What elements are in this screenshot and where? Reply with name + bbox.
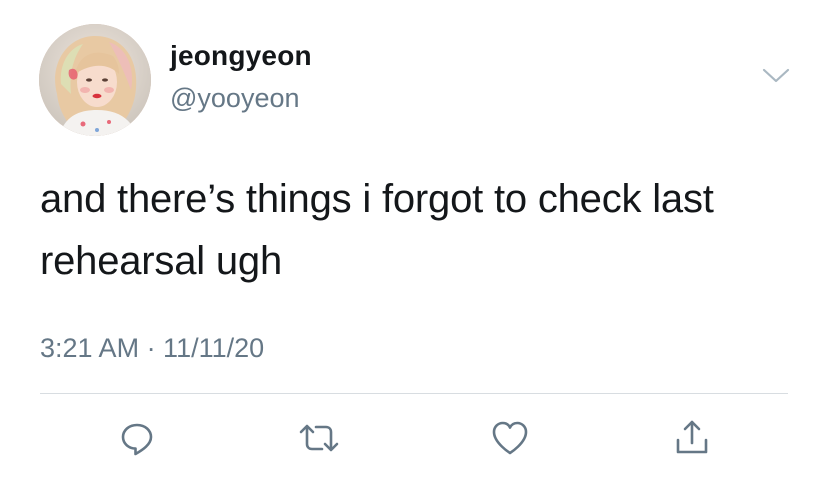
share-icon — [676, 420, 708, 454]
timestamp[interactable]: 3:21 AM · 11/11/20 — [40, 333, 264, 364]
tweet-text: and there’s things i forgot to check las… — [40, 168, 800, 292]
chevron-down-icon[interactable] — [758, 64, 794, 88]
retweet-button[interactable] — [297, 418, 341, 458]
reply-icon — [121, 423, 153, 456]
like-button[interactable] — [488, 418, 532, 458]
divider — [40, 393, 788, 394]
tweet-card: jeongyeon @yooyeon and there’s things i … — [0, 0, 828, 482]
avatar[interactable] — [39, 24, 151, 136]
tweet-text-line: and there’s things i forgot to check las… — [40, 177, 714, 221]
display-name[interactable]: jeongyeon — [170, 40, 312, 72]
tweet-text-line: rehearsal ugh — [40, 239, 283, 283]
heart-icon — [492, 421, 528, 455]
avatar-image — [39, 24, 151, 136]
share-button[interactable] — [670, 418, 714, 458]
reply-button[interactable] — [115, 418, 159, 458]
user-handle[interactable]: @yooyeon — [170, 83, 300, 114]
retweet-icon — [299, 424, 339, 452]
